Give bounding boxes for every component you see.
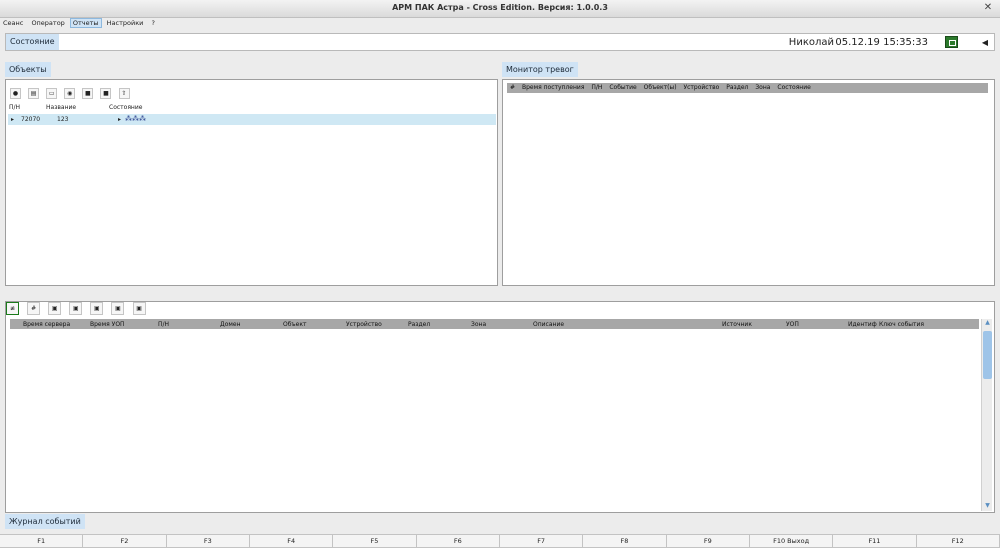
col-index: # <box>510 84 516 91</box>
fkey-f2[interactable]: F2 <box>83 534 167 548</box>
menu-item-operator[interactable]: Оператор <box>28 18 67 28</box>
col-object: Объект <box>283 321 307 328</box>
col-state: Состояние <box>109 104 143 111</box>
fkey-f10-exit[interactable]: F10 Выход <box>749 534 834 548</box>
folder-icon[interactable]: ▭ <box>46 88 58 99</box>
fkey-f4[interactable]: F4 <box>249 534 334 548</box>
title-bar: АРМ ПАК Астра - Cross Edition. Версия: 1… <box>0 0 1000 18</box>
fkey-f3[interactable]: F3 <box>166 534 250 548</box>
scroll-thumb[interactable] <box>983 331 992 379</box>
col-ident: Идентиф <box>848 321 877 328</box>
fkey-f11[interactable]: F11 <box>833 534 917 548</box>
fkey-f8[interactable]: F8 <box>583 534 667 548</box>
col-domain: Домен <box>220 321 241 328</box>
col-name: Название <box>46 104 77 111</box>
status-datetime: 05.12.19 15:35:33 <box>835 37 928 48</box>
fkey-f6[interactable]: F6 <box>416 534 500 548</box>
journal-table-header: Время сервера Время УОП П/Н Домен Объект… <box>10 319 979 329</box>
col-pn: П/Н <box>9 104 21 111</box>
menu-bar: Сеанс Оператор Отчеты Настройки ? <box>0 18 1000 29</box>
col-uop: УОП <box>786 321 799 328</box>
window-title: АРМ ПАК Астра - Cross Edition. Версия: 1… <box>392 3 608 12</box>
journal-toolbar: ≢ # ▣ ▣ ▣ ▣ ▣ <box>6 302 149 317</box>
globe-icon[interactable]: ◉ <box>64 88 76 99</box>
objects-panel: ● ▤ ▭ ◉ ■ ■ ⇧ П/Н Название Состояние ▸ 7… <box>5 79 498 286</box>
hash-icon[interactable]: # <box>27 302 41 315</box>
network-status-icon[interactable] <box>945 36 958 48</box>
col-state: Состояние <box>777 84 811 91</box>
table-row[interactable]: ▸ 72070 123 ▸ ⁂⁂⁂ <box>8 114 496 125</box>
objects-label: Объекты <box>5 62 51 77</box>
expand-icon[interactable]: ▸ <box>11 116 14 123</box>
col-event: Событие <box>609 84 637 91</box>
objects-toolbar: ● ▤ ▭ ◉ ■ ■ ⇧ <box>10 88 132 100</box>
fkey-f5[interactable]: F5 <box>333 534 417 548</box>
info-icon[interactable]: ● <box>10 88 21 99</box>
fkey-f9[interactable]: F9 <box>666 534 750 548</box>
expand-state-icon[interactable]: ▸ <box>118 116 121 123</box>
col-objects: Объект(ы) <box>643 84 677 91</box>
col-event-key: Ключ события <box>879 321 925 328</box>
col-pn: П/Н <box>591 84 603 91</box>
col-device: Устройство <box>346 321 382 328</box>
scroll-up-icon[interactable]: ▲ <box>982 319 993 328</box>
col-zone: Зона <box>471 321 487 328</box>
report-icon[interactable]: ▣ <box>90 302 104 315</box>
status-user: Николай <box>788 37 834 48</box>
unlock-icon[interactable]: ■ <box>100 88 112 99</box>
col-zone: Зона <box>755 84 771 91</box>
status-label: Состояние <box>6 34 59 50</box>
card-icon[interactable]: ▤ <box>28 88 40 99</box>
report-icon[interactable]: ▣ <box>111 302 125 315</box>
speaker-icon[interactable]: ◀ <box>982 38 988 47</box>
col-server-time: Время сервера <box>23 321 71 328</box>
fkey-f1[interactable]: F1 <box>0 534 84 548</box>
upload-icon[interactable]: ⇧ <box>118 88 130 99</box>
col-description: Описание <box>533 321 565 328</box>
scroll-down-icon[interactable]: ▼ <box>982 502 993 511</box>
alarm-table-header: # Время поступления П/Н Событие Объект(ы… <box>507 83 988 93</box>
row-name: 123 <box>57 116 69 123</box>
journal-scrollbar[interactable]: ▲ ▼ <box>981 319 992 511</box>
col-section: Раздел <box>408 321 431 328</box>
menu-item-help[interactable]: ? <box>148 18 157 28</box>
alarm-panel: # Время поступления П/Н Событие Объект(ы… <box>502 79 995 286</box>
report-icon[interactable]: ▣ <box>69 302 83 315</box>
fkey-f7[interactable]: F7 <box>499 534 584 548</box>
close-icon[interactable]: ✕ <box>982 2 994 14</box>
menu-item-settings[interactable]: Настройки <box>104 18 147 28</box>
state-group-icon: ⁂⁂⁂ <box>125 115 146 123</box>
row-pn: 72070 <box>21 116 41 123</box>
lock-icon[interactable]: ■ <box>82 88 94 99</box>
report-icon[interactable]: ▣ <box>132 302 146 315</box>
alarm-label: Монитор тревог <box>502 62 578 77</box>
fkey-f12[interactable]: F12 <box>916 534 1000 548</box>
filter-icon[interactable]: ≢ <box>6 302 19 315</box>
objects-table-header: П/Н Название Состояние <box>8 104 496 113</box>
report-icon[interactable]: ▣ <box>48 302 62 315</box>
menu-item-reports[interactable]: Отчеты <box>69 18 102 28</box>
col-section: Раздел <box>726 84 749 91</box>
col-device: Устройство <box>683 84 720 91</box>
col-pn: П/Н <box>158 321 170 328</box>
menu-item-session[interactable]: Сеанс <box>0 18 26 28</box>
col-time: Время поступления <box>521 84 585 91</box>
col-source: Источник <box>722 321 752 328</box>
journal-label: Журнал событий <box>5 514 85 529</box>
function-key-bar: F1 F2 F3 F4 F5 F6 F7 F8 F9 F10 Выход F11… <box>0 534 1000 548</box>
col-uop-time: Время УОП <box>90 321 125 328</box>
status-bar: Состояние Николай 05.12.19 15:35:33 ◀ <box>5 33 995 51</box>
journal-panel: ≢ # ▣ ▣ ▣ ▣ ▣ Время сервера Время УОП П/… <box>5 301 995 513</box>
